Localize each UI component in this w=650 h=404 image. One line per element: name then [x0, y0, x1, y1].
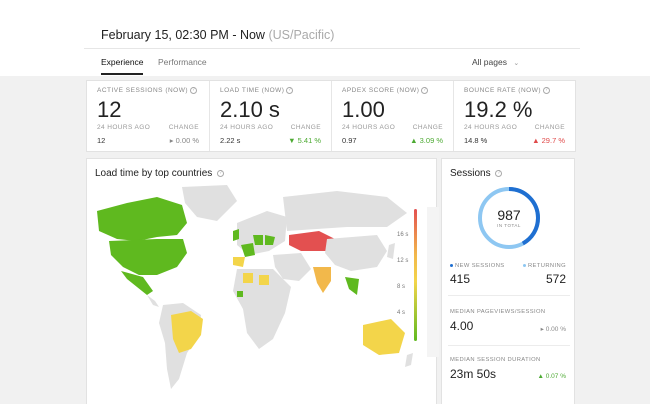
triangle-down-icon: ▼ [288, 136, 296, 145]
legend-tick: 8 s [397, 284, 406, 290]
country-japan [387, 243, 395, 259]
timezone-label: (US/Pacific) [268, 28, 335, 42]
legend-color-scale [414, 209, 417, 341]
country-new-zealand [405, 353, 413, 367]
duration-value: 23m 50s [450, 367, 497, 381]
pageviews-value: 4.00 [450, 319, 474, 333]
metric-change-label: CHANGE [534, 124, 565, 131]
metric-change: ▼ 5.41 % [288, 136, 321, 145]
divider [84, 48, 580, 49]
country-north-africa-b [259, 275, 269, 285]
metric-label: ACTIVE SESSIONS (NOW)? [97, 87, 198, 95]
info-icon[interactable]: ? [217, 169, 225, 177]
metric-active-sessions: ACTIVE SESSIONS (NOW)? 12 24 HOURS AGO C… [87, 81, 209, 151]
play-icon: ▸ [540, 326, 544, 333]
info-icon[interactable]: ? [495, 169, 503, 177]
play-icon: ▸ [169, 136, 174, 145]
country-greenland [182, 185, 237, 221]
triangle-up-icon: ▲ [537, 373, 544, 380]
divider [448, 295, 570, 296]
metric-label: APDEX SCORE (NOW)? [342, 87, 429, 95]
country-united-states [109, 239, 187, 275]
new-sessions-label: NEW SESSIONS [450, 263, 505, 269]
metric-value: 2.10 s [220, 97, 280, 122]
metric-prev-value: 12 [97, 136, 106, 145]
metric-prev-label: 24 HOURS AGO [464, 124, 518, 131]
metric-prev-label: 24 HOURS AGO [220, 124, 274, 131]
info-icon[interactable]: ? [286, 87, 294, 94]
pages-filter-dropdown[interactable]: All pages ⌄ [472, 57, 519, 67]
tab-experience[interactable]: Experience [101, 57, 144, 67]
returning-value: 572 [545, 272, 566, 286]
country-west-africa [237, 291, 243, 297]
country-australia [363, 319, 405, 355]
legend-tick: 16 s [397, 232, 409, 238]
metric-prev-value: 0.97 [342, 136, 357, 145]
metric-change: ▸ 0.00 % [169, 136, 199, 145]
metric-label: LOAD TIME (NOW)? [220, 87, 294, 95]
pageviews-label: MEDIAN PAGEVIEWS/SESSION [450, 309, 546, 315]
metric-prev-value: 14.8 % [464, 136, 488, 145]
metric-prev-value: 2.22 s [220, 136, 241, 145]
metric-change-label: CHANGE [290, 124, 321, 131]
metric-bounce-rate: BOUNCE RATE (NOW)? 19.2 % 24 HOURS AGO C… [453, 81, 575, 151]
metric-load-time: LOAD TIME (NOW)? 2.10 s 24 HOURS AGO CHA… [209, 81, 331, 151]
top-bar-inner: February 15, 02:30 PM - Now (US/Pacific)… [84, 0, 580, 76]
triangle-up-icon: ▲ [532, 136, 540, 145]
map-panel: Load time by top countries ? 16 s 12 s 8… [86, 158, 439, 404]
chevron-down-icon: ⌄ [513, 60, 520, 67]
metric-value: 12 [97, 97, 122, 122]
country-southeast-asia [345, 277, 359, 295]
metrics-row: ACTIVE SESSIONS (NOW)? 12 24 HOURS AGO C… [86, 80, 576, 152]
triangle-up-icon: ▲ [410, 136, 418, 145]
tab-performance[interactable]: Performance [158, 57, 207, 67]
metric-prev-label: 24 HOURS AGO [97, 124, 151, 131]
metric-change-label: CHANGE [412, 124, 443, 131]
time-range[interactable]: February 15, 02:30 PM - Now (US/Pacific) [101, 28, 334, 42]
duration-label: MEDIAN SESSION DURATION [450, 357, 541, 363]
new-sessions-value: 415 [450, 272, 471, 286]
info-icon[interactable]: ? [421, 87, 429, 94]
country-spain [233, 257, 245, 267]
sessions-panel: Sessions ? 987 IN TOTAL NEW SESSIONS RET… [441, 158, 575, 404]
metric-change: ▲ 29.7 % [532, 136, 565, 145]
divider [448, 345, 570, 346]
country-canada [97, 197, 187, 241]
returning-label: RETURNING [522, 263, 566, 269]
active-tab-indicator [101, 73, 143, 75]
metric-value: 19.2 % [464, 97, 533, 122]
duration-change: ▲ 0.07 % [537, 373, 567, 380]
country-central-america [147, 295, 159, 307]
pages-filter-label: All pages [472, 57, 507, 67]
panel-title: Sessions ? [450, 168, 503, 179]
country-uk [233, 229, 239, 241]
metric-apdex-score: APDEX SCORE (NOW)? 1.00 24 HOURS AGO CHA… [331, 81, 453, 151]
metric-prev-label: 24 HOURS AGO [342, 124, 396, 131]
top-bar: February 15, 02:30 PM - Now (US/Pacific)… [0, 0, 650, 76]
metric-label: BOUNCE RATE (NOW)? [464, 87, 550, 95]
country-north-africa-a [243, 273, 253, 283]
metric-change-label: CHANGE [168, 124, 199, 131]
sessions-total-label: IN TOTAL [497, 223, 521, 228]
metric-value: 1.00 [342, 97, 385, 122]
panel-title: Load time by top countries ? [95, 168, 225, 179]
legend-tick: 4 s [397, 310, 406, 316]
legend-scrollbar[interactable] [427, 207, 439, 357]
legend-tick: 12 s [397, 258, 409, 264]
pageviews-change: ▸ 0.00 % [540, 326, 566, 333]
country-india [313, 267, 331, 293]
country-china [325, 235, 387, 271]
sessions-total: 987 [497, 207, 521, 223]
new-dot [450, 263, 453, 267]
time-range-label: February 15, 02:30 PM - Now [101, 28, 265, 42]
country-france [241, 243, 255, 257]
country-russia [283, 191, 407, 231]
info-icon[interactable]: ? [543, 87, 550, 94]
world-map[interactable] [87, 183, 417, 403]
info-icon[interactable]: ? [190, 87, 198, 94]
metric-change: ▲ 3.09 % [410, 136, 443, 145]
returning-dot [522, 263, 526, 267]
